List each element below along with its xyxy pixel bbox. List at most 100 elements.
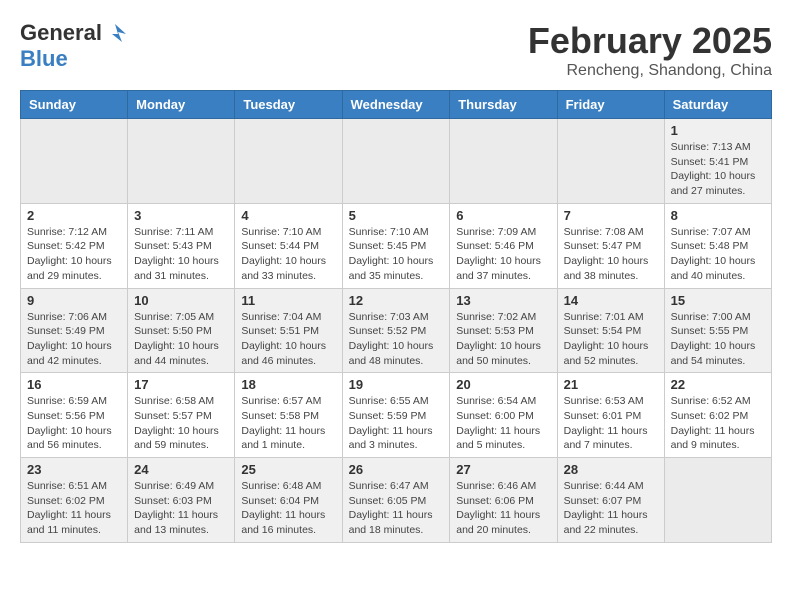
day-number: 6	[456, 208, 550, 223]
calendar-day-cell: 27 Sunrise: 6:46 AM Sunset: 6:06 PM Dayli…	[450, 458, 557, 543]
day-info: Sunrise: 6:53 AM Sunset: 6:01 PM Dayligh…	[564, 394, 658, 453]
calendar-day-cell: 19Sunrise: 6:55 AM Sunset: 5:59 PM Dayli…	[342, 373, 450, 458]
calendar-day-cell: 24 Sunrise: 6:49 AM Sunset: 6:03 PM Dayli…	[128, 458, 235, 543]
day-info: Sunrise: 7:10 AM Sunset: 5:44 PM Dayligh…	[241, 225, 335, 284]
calendar-week-row: 2 Sunrise: 7:12 AM Sunset: 5:42 PM Daylig…	[21, 203, 772, 288]
weekday-header: Wednesday	[342, 91, 450, 119]
calendar-day-cell	[128, 119, 235, 204]
logo-blue-text: Blue	[20, 46, 68, 72]
day-info: Sunrise: 7:05 AM Sunset: 5:50 PM Dayligh…	[134, 310, 228, 369]
calendar-day-cell: 14 Sunrise: 7:01 AM Sunset: 5:54 PM Dayli…	[557, 288, 664, 373]
weekday-header: Sunday	[21, 91, 128, 119]
calendar-day-cell: 25 Sunrise: 6:48 AM Sunset: 6:04 PM Dayli…	[235, 458, 342, 543]
day-info: Sunrise: 7:03 AM Sunset: 5:52 PM Dayligh…	[349, 310, 444, 369]
calendar-day-cell: 10 Sunrise: 7:05 AM Sunset: 5:50 PM Dayli…	[128, 288, 235, 373]
calendar-table: SundayMondayTuesdayWednesdayThursdayFrid…	[20, 90, 772, 543]
calendar-day-cell: 17 Sunrise: 6:58 AM Sunset: 5:57 PM Dayli…	[128, 373, 235, 458]
day-info: Sunrise: 6:46 AM Sunset: 6:06 PM Dayligh…	[456, 479, 550, 538]
calendar-week-row: 9 Sunrise: 7:06 AM Sunset: 5:49 PM Daylig…	[21, 288, 772, 373]
day-info: Sunrise: 6:58 AM Sunset: 5:57 PM Dayligh…	[134, 394, 228, 453]
day-number: 17	[134, 377, 228, 392]
day-number: 14	[564, 293, 658, 308]
day-info: Sunrise: 6:55 AM Sunset: 5:59 PM Dayligh…	[349, 394, 444, 453]
day-info: Sunrise: 6:59 AM Sunset: 5:56 PM Dayligh…	[27, 394, 121, 453]
calendar-day-cell: 20 Sunrise: 6:54 AM Sunset: 6:00 PM Dayli…	[450, 373, 557, 458]
day-info: Sunrise: 6:51 AM Sunset: 6:02 PM Dayligh…	[27, 479, 121, 538]
calendar-day-cell: 2 Sunrise: 7:12 AM Sunset: 5:42 PM Daylig…	[21, 203, 128, 288]
day-number: 3	[134, 208, 228, 223]
calendar-day-cell: 9 Sunrise: 7:06 AM Sunset: 5:49 PM Daylig…	[21, 288, 128, 373]
weekday-header: Tuesday	[235, 91, 342, 119]
calendar-day-cell	[664, 458, 771, 543]
calendar-day-cell	[450, 119, 557, 204]
day-info: Sunrise: 7:11 AM Sunset: 5:43 PM Dayligh…	[134, 225, 228, 284]
month-title: February 2025	[528, 20, 772, 62]
calendar-day-cell: 8 Sunrise: 7:07 AM Sunset: 5:48 PM Daylig…	[664, 203, 771, 288]
day-number: 23	[27, 462, 121, 477]
calendar-day-cell	[342, 119, 450, 204]
weekday-header-row: SundayMondayTuesdayWednesdayThursdayFrid…	[21, 91, 772, 119]
day-info: Sunrise: 6:54 AM Sunset: 6:00 PM Dayligh…	[456, 394, 550, 453]
day-number: 2	[27, 208, 121, 223]
day-info: Sunrise: 7:01 AM Sunset: 5:54 PM Dayligh…	[564, 310, 658, 369]
day-info: Sunrise: 7:06 AM Sunset: 5:49 PM Dayligh…	[27, 310, 121, 369]
day-info: Sunrise: 7:12 AM Sunset: 5:42 PM Dayligh…	[27, 225, 121, 284]
day-number: 28	[564, 462, 658, 477]
day-number: 27	[456, 462, 550, 477]
calendar-week-row: 16 Sunrise: 6:59 AM Sunset: 5:56 PM Dayli…	[21, 373, 772, 458]
day-number: 1	[671, 123, 765, 138]
day-number: 18	[241, 377, 335, 392]
calendar-day-cell: 22 Sunrise: 6:52 AM Sunset: 6:02 PM Dayli…	[664, 373, 771, 458]
day-number: 25	[241, 462, 335, 477]
day-number: 10	[134, 293, 228, 308]
day-number: 4	[241, 208, 335, 223]
day-info: Sunrise: 7:04 AM Sunset: 5:51 PM Dayligh…	[241, 310, 335, 369]
title-area: February 2025 Rencheng, Shandong, China	[528, 20, 772, 80]
day-number: 20	[456, 377, 550, 392]
day-info: Sunrise: 6:52 AM Sunset: 6:02 PM Dayligh…	[671, 394, 765, 453]
calendar-day-cell: 11Sunrise: 7:04 AM Sunset: 5:51 PM Dayli…	[235, 288, 342, 373]
calendar-day-cell: 26 Sunrise: 6:47 AM Sunset: 6:05 PM Dayli…	[342, 458, 450, 543]
day-info: Sunrise: 7:02 AM Sunset: 5:53 PM Dayligh…	[456, 310, 550, 369]
day-info: Sunrise: 7:07 AM Sunset: 5:48 PM Dayligh…	[671, 225, 765, 284]
calendar-day-cell: 28 Sunrise: 6:44 AM Sunset: 6:07 PM Dayli…	[557, 458, 664, 543]
calendar-day-cell: 15 Sunrise: 7:00 AM Sunset: 5:55 PM Dayli…	[664, 288, 771, 373]
calendar-day-cell: 12 Sunrise: 7:03 AM Sunset: 5:52 PM Dayli…	[342, 288, 450, 373]
weekday-header: Friday	[557, 91, 664, 119]
logo-bird-icon	[104, 22, 126, 44]
day-info: Sunrise: 6:57 AM Sunset: 5:58 PM Dayligh…	[241, 394, 335, 453]
weekday-header: Monday	[128, 91, 235, 119]
day-number: 21	[564, 377, 658, 392]
calendar-day-cell: 5Sunrise: 7:10 AM Sunset: 5:45 PM Daylig…	[342, 203, 450, 288]
calendar-day-cell: 21 Sunrise: 6:53 AM Sunset: 6:01 PM Dayli…	[557, 373, 664, 458]
day-info: Sunrise: 6:44 AM Sunset: 6:07 PM Dayligh…	[564, 479, 658, 538]
day-info: Sunrise: 7:08 AM Sunset: 5:47 PM Dayligh…	[564, 225, 658, 284]
calendar-day-cell	[557, 119, 664, 204]
day-info: Sunrise: 6:49 AM Sunset: 6:03 PM Dayligh…	[134, 479, 228, 538]
calendar-day-cell	[21, 119, 128, 204]
calendar-day-cell: 18 Sunrise: 6:57 AM Sunset: 5:58 PM Dayli…	[235, 373, 342, 458]
calendar-day-cell: 3 Sunrise: 7:11 AM Sunset: 5:43 PM Daylig…	[128, 203, 235, 288]
weekday-header: Saturday	[664, 91, 771, 119]
logo: General Blue	[20, 20, 126, 72]
day-info: Sunrise: 6:48 AM Sunset: 6:04 PM Dayligh…	[241, 479, 335, 538]
day-number: 8	[671, 208, 765, 223]
logo-general-text: General	[20, 20, 102, 46]
day-number: 24	[134, 462, 228, 477]
day-number: 5	[349, 208, 444, 223]
calendar-week-row: 1Sunrise: 7:13 AM Sunset: 5:41 PM Daylig…	[21, 119, 772, 204]
calendar-day-cell: 7Sunrise: 7:08 AM Sunset: 5:47 PM Daylig…	[557, 203, 664, 288]
day-info: Sunrise: 7:09 AM Sunset: 5:46 PM Dayligh…	[456, 225, 550, 284]
calendar-day-cell: 6 Sunrise: 7:09 AM Sunset: 5:46 PM Daylig…	[450, 203, 557, 288]
day-number: 9	[27, 293, 121, 308]
day-info: Sunrise: 6:47 AM Sunset: 6:05 PM Dayligh…	[349, 479, 444, 538]
day-number: 12	[349, 293, 444, 308]
weekday-header: Thursday	[450, 91, 557, 119]
day-info: Sunrise: 7:00 AM Sunset: 5:55 PM Dayligh…	[671, 310, 765, 369]
day-number: 16	[27, 377, 121, 392]
header: General Blue February 2025 Rencheng, Sha…	[20, 20, 772, 80]
calendar-day-cell: 16 Sunrise: 6:59 AM Sunset: 5:56 PM Dayli…	[21, 373, 128, 458]
day-number: 22	[671, 377, 765, 392]
day-number: 26	[349, 462, 444, 477]
day-number: 15	[671, 293, 765, 308]
